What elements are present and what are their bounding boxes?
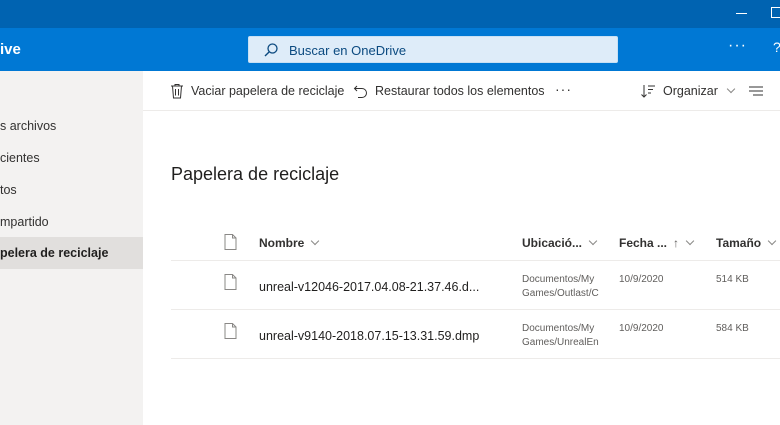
sort-ascending-icon: ↑ [673, 236, 680, 250]
table-row[interactable]: unreal-v9140-2018.07.15-13.31.59.dmp Doc… [171, 311, 780, 359]
undo-icon [353, 85, 367, 98]
suite-header: ive Buscar en OneDrive ··· ? [0, 28, 780, 71]
file-location-line: Documentos/My [522, 274, 595, 285]
column-date-label: Fecha ... [619, 236, 668, 250]
file-date-deleted: 10/9/2020 [619, 323, 664, 334]
nav-item-recent[interactable]: cientes [0, 142, 143, 174]
sort-icon [641, 85, 655, 98]
nav-item-photos[interactable]: tos [0, 174, 143, 206]
search-input[interactable]: Buscar en OneDrive [289, 43, 406, 58]
command-bar: Vaciar papelera de reciclaje Restaurar t… [143, 71, 780, 111]
file-location: Documentos/My Games/Outlast/C [522, 273, 602, 301]
column-header-name[interactable]: Nombre [259, 236, 320, 250]
nav-item-my-files[interactable]: s archivos [0, 110, 143, 142]
window-minimize-button[interactable] [736, 13, 747, 14]
file-name[interactable]: unreal-v12046-2017.04.08-21.37.46.d... [259, 280, 479, 294]
column-header-date[interactable]: Fecha ... ↑ [619, 236, 695, 250]
column-header-size[interactable]: Tamaño [716, 236, 777, 250]
trash-icon [171, 84, 183, 99]
file-location: Documentos/My Games/UnrealEn [522, 322, 602, 350]
column-header-location[interactable]: Ubicació... [522, 236, 598, 250]
file-icon [224, 274, 237, 295]
settings-more-button[interactable]: ··· [728, 38, 747, 54]
chevron-down-icon [588, 236, 598, 246]
empty-recycle-bin-button[interactable]: Vaciar papelera de reciclaje [170, 82, 344, 100]
restore-all-button[interactable]: Restaurar todos los elementos [353, 82, 545, 100]
file-icon [224, 323, 237, 344]
file-type-icon[interactable] [224, 234, 237, 255]
file-location-line: Games/Outlast/C [522, 288, 599, 299]
chevron-down-icon [767, 236, 777, 246]
nav-item-shared[interactable]: mpartido [0, 206, 143, 238]
search-icon [263, 42, 279, 63]
chevron-down-icon [685, 236, 695, 246]
file-location-line: Documentos/My [522, 323, 595, 334]
organize-button[interactable]: Organizar [640, 82, 736, 100]
column-name-label: Nombre [259, 236, 305, 250]
file-name[interactable]: unreal-v9140-2018.07.15-13.31.59.dmp [259, 329, 479, 343]
window-titlebar [0, 0, 780, 28]
column-size-label: Tamaño [716, 236, 762, 250]
left-nav: s archivos cientes tos mpartido pelera d… [0, 71, 143, 425]
toolbar-more-button[interactable]: ··· [555, 81, 572, 97]
search-box[interactable]: Buscar en OneDrive [248, 36, 618, 63]
column-location-label: Ubicació... [522, 236, 583, 250]
file-size: 514 KB [716, 274, 749, 285]
table-row[interactable]: unreal-v12046-2017.04.08-21.37.46.d... D… [171, 262, 780, 310]
page-title: Papelera de reciclaje [171, 164, 340, 184]
window-maximize-button[interactable] [771, 7, 780, 18]
file-location-line: Games/UnrealEn [522, 337, 599, 348]
restore-all-label: Restaurar todos los elementos [375, 84, 545, 98]
chevron-down-icon [726, 84, 736, 94]
empty-recycle-bin-label: Vaciar papelera de reciclaje [191, 84, 345, 98]
organize-label: Organizar [663, 84, 718, 98]
app-brand[interactable]: ive [0, 42, 21, 58]
view-options-icon [749, 86, 763, 96]
chevron-down-icon [311, 236, 320, 246]
nav-item-recycle-bin[interactable]: pelera de reciclaje [0, 237, 143, 269]
help-button[interactable]: ? [773, 40, 780, 54]
file-list-header: Nombre Ubicació... Fecha ... ↑ Tamaño [171, 225, 780, 261]
file-date-deleted: 10/9/2020 [619, 274, 664, 285]
file-size: 584 KB [716, 323, 749, 334]
view-options-button[interactable] [748, 82, 771, 100]
